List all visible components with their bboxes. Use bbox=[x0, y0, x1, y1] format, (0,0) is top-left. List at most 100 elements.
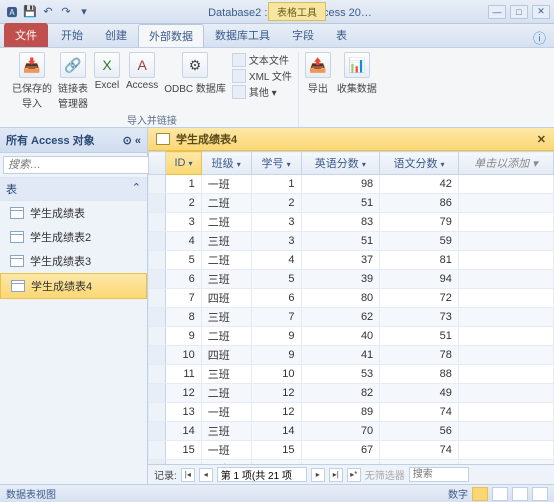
import-access-button[interactable]: AAccess bbox=[126, 52, 158, 91]
cell[interactable]: 三班 bbox=[201, 365, 251, 384]
pivot-view-button[interactable] bbox=[512, 487, 528, 501]
column-header[interactable]: 英语分数 ▾ bbox=[301, 152, 380, 175]
cell[interactable]: 14 bbox=[166, 422, 201, 441]
cell[interactable]: 1 bbox=[251, 175, 301, 194]
cell[interactable] bbox=[458, 270, 553, 289]
record-position-input[interactable] bbox=[217, 467, 307, 482]
save-icon[interactable]: 💾 bbox=[22, 4, 38, 20]
nav-search-input[interactable] bbox=[3, 156, 156, 174]
linked-table-manager-button[interactable]: 🔗链接表 管理器 bbox=[58, 52, 88, 110]
row-selector[interactable] bbox=[149, 327, 166, 346]
cell[interactable] bbox=[458, 289, 553, 308]
cell[interactable]: 94 bbox=[380, 270, 459, 289]
cell[interactable]: 49 bbox=[380, 384, 459, 403]
table-row[interactable]: 11三班105388 bbox=[149, 365, 554, 384]
design-view-button[interactable] bbox=[492, 487, 508, 501]
cell[interactable]: 一班 bbox=[201, 403, 251, 422]
cell[interactable]: 12 bbox=[251, 403, 301, 422]
cell[interactable]: 一班 bbox=[201, 175, 251, 194]
import-odbc-button[interactable]: ⚙ODBC 数据库 bbox=[164, 52, 226, 95]
cell[interactable]: 89 bbox=[301, 403, 380, 422]
tab-fields[interactable]: 字段 bbox=[281, 23, 325, 47]
cell[interactable]: 81 bbox=[380, 251, 459, 270]
maximize-button[interactable]: □ bbox=[510, 5, 528, 19]
cell[interactable]: 51 bbox=[301, 232, 380, 251]
row-selector[interactable] bbox=[149, 270, 166, 289]
nav-item-table[interactable]: 学生成绩表3 bbox=[0, 249, 147, 273]
cell[interactable]: 12 bbox=[166, 384, 201, 403]
cell[interactable]: 7 bbox=[166, 289, 201, 308]
nav-first-button[interactable]: |◂ bbox=[181, 468, 195, 482]
table-row[interactable]: 4三班35159 bbox=[149, 232, 554, 251]
cell[interactable]: 四班 bbox=[201, 289, 251, 308]
cell[interactable]: 9 bbox=[251, 327, 301, 346]
chart-view-button[interactable] bbox=[532, 487, 548, 501]
row-selector[interactable] bbox=[149, 308, 166, 327]
cell[interactable]: 86 bbox=[380, 194, 459, 213]
cell[interactable]: 51 bbox=[301, 194, 380, 213]
cell[interactable] bbox=[458, 213, 553, 232]
row-selector[interactable] bbox=[149, 403, 166, 422]
import-other-button[interactable]: 其他 ▾ bbox=[232, 84, 292, 99]
row-selector-header[interactable] bbox=[149, 152, 166, 175]
table-row[interactable]: 2二班25186 bbox=[149, 194, 554, 213]
cell[interactable]: 15 bbox=[166, 441, 201, 460]
cell[interactable] bbox=[458, 384, 553, 403]
cell[interactable] bbox=[458, 175, 553, 194]
cell[interactable]: 2 bbox=[166, 194, 201, 213]
table-row[interactable]: 15一班156774 bbox=[149, 441, 554, 460]
cell[interactable]: 3 bbox=[251, 232, 301, 251]
cell[interactable]: 10 bbox=[166, 346, 201, 365]
help-icon[interactable]: ⓘ bbox=[533, 28, 550, 47]
cell[interactable]: 62 bbox=[301, 308, 380, 327]
grid-scroll[interactable]: ID ▾班级 ▾学号 ▾英语分数 ▾语文分数 ▾单击以添加 ▾ 1一班19842… bbox=[148, 151, 554, 464]
row-selector[interactable] bbox=[149, 365, 166, 384]
cell[interactable]: 3 bbox=[251, 213, 301, 232]
row-selector[interactable] bbox=[149, 384, 166, 403]
cell[interactable]: 74 bbox=[380, 441, 459, 460]
cell[interactable]: 二班 bbox=[201, 384, 251, 403]
cell[interactable]: 82 bbox=[301, 384, 380, 403]
cell[interactable]: 42 bbox=[380, 175, 459, 194]
cell[interactable]: 53 bbox=[301, 365, 380, 384]
row-selector[interactable] bbox=[149, 232, 166, 251]
cell[interactable]: 4 bbox=[251, 251, 301, 270]
saved-imports-button[interactable]: 📥已保存的 导入 bbox=[12, 52, 52, 110]
import-xml-button[interactable]: XML 文件 bbox=[232, 68, 292, 83]
cell[interactable]: 78 bbox=[380, 346, 459, 365]
cell[interactable]: 二班 bbox=[201, 327, 251, 346]
column-header[interactable]: 语文分数 ▾ bbox=[380, 152, 459, 175]
row-selector[interactable] bbox=[149, 422, 166, 441]
cell[interactable]: 83 bbox=[301, 213, 380, 232]
cell[interactable]: 70 bbox=[301, 422, 380, 441]
nav-item-table[interactable]: 学生成绩表 bbox=[0, 201, 147, 225]
tab-home[interactable]: 开始 bbox=[50, 23, 94, 47]
nav-next-button[interactable]: ▸ bbox=[311, 468, 325, 482]
nav-category-tables[interactable]: 表⌃ bbox=[0, 178, 147, 201]
datasheet-tab[interactable]: 学生成绩表4 ✕ bbox=[148, 128, 554, 151]
cell[interactable]: 2 bbox=[251, 194, 301, 213]
cell[interactable]: 39 bbox=[301, 270, 380, 289]
collect-data-button[interactable]: 📊收集数据 bbox=[337, 52, 377, 95]
cell[interactable]: 三班 bbox=[201, 308, 251, 327]
table-row[interactable]: 3二班38379 bbox=[149, 213, 554, 232]
nav-new-button[interactable]: ▸* bbox=[347, 468, 361, 482]
close-button[interactable]: ✕ bbox=[532, 5, 550, 19]
cell[interactable]: 41 bbox=[301, 346, 380, 365]
row-selector[interactable] bbox=[149, 213, 166, 232]
cell[interactable]: 9 bbox=[251, 346, 301, 365]
cell[interactable]: 79 bbox=[380, 213, 459, 232]
undo-icon[interactable]: ↶ bbox=[40, 4, 56, 20]
cell[interactable]: 67 bbox=[301, 441, 380, 460]
cell[interactable] bbox=[458, 194, 553, 213]
cell[interactable] bbox=[458, 365, 553, 384]
row-selector[interactable] bbox=[149, 289, 166, 308]
cell[interactable]: 98 bbox=[301, 175, 380, 194]
cell[interactable]: 88 bbox=[380, 365, 459, 384]
cell[interactable] bbox=[458, 422, 553, 441]
row-selector[interactable] bbox=[149, 441, 166, 460]
cell[interactable] bbox=[458, 232, 553, 251]
record-search-input[interactable] bbox=[409, 467, 469, 482]
cell[interactable]: 3 bbox=[166, 213, 201, 232]
cell[interactable]: 5 bbox=[251, 270, 301, 289]
